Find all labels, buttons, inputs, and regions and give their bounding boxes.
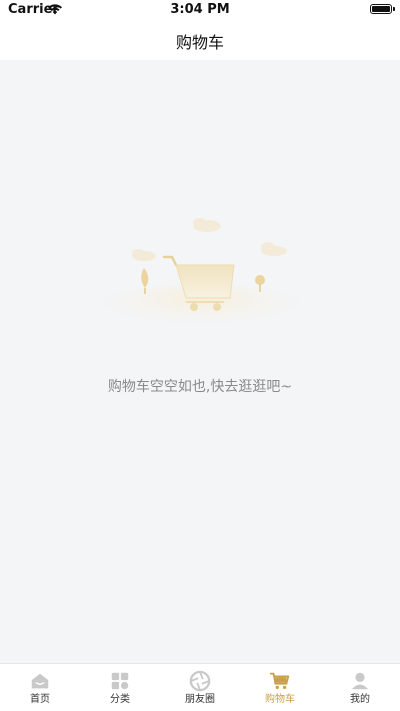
tab-category-label: 分类 <box>110 694 130 705</box>
grid-icon <box>111 672 129 690</box>
tab-profile-label: 我的 <box>350 694 370 705</box>
tab-category[interactable]: 分类 <box>80 664 160 711</box>
cart-content: 购物车空空如也,快去逛逛吧~ <box>0 60 400 663</box>
tab-profile[interactable]: 我的 <box>320 664 400 711</box>
empty-cart-message: 购物车空空如也,快去逛逛吧~ <box>107 379 293 395</box>
empty-cart-illustration <box>92 218 312 336</box>
tab-home[interactable]: 首页 <box>0 664 80 711</box>
page-title: 购物车 <box>175 33 224 52</box>
tab-moments-label: 朋友圈 <box>185 694 215 705</box>
status-bar: Carrier 3:04 PM <box>0 0 400 20</box>
cart-icon <box>269 672 290 690</box>
tab-bar: 首页 分类 朋友圈 购物车 我的 <box>0 663 400 711</box>
tab-cart-label: 购物车 <box>265 694 295 705</box>
home-icon <box>31 673 49 689</box>
tab-home-label: 首页 <box>30 694 50 705</box>
user-icon <box>351 672 369 690</box>
aperture-icon <box>189 670 211 692</box>
battery-icon <box>370 4 395 14</box>
status-time: 3:04 PM <box>170 2 230 17</box>
tab-cart[interactable]: 购物车 <box>240 664 320 711</box>
tab-moments[interactable]: 朋友圈 <box>160 664 240 711</box>
nav-bar: 购物车 <box>0 20 400 60</box>
